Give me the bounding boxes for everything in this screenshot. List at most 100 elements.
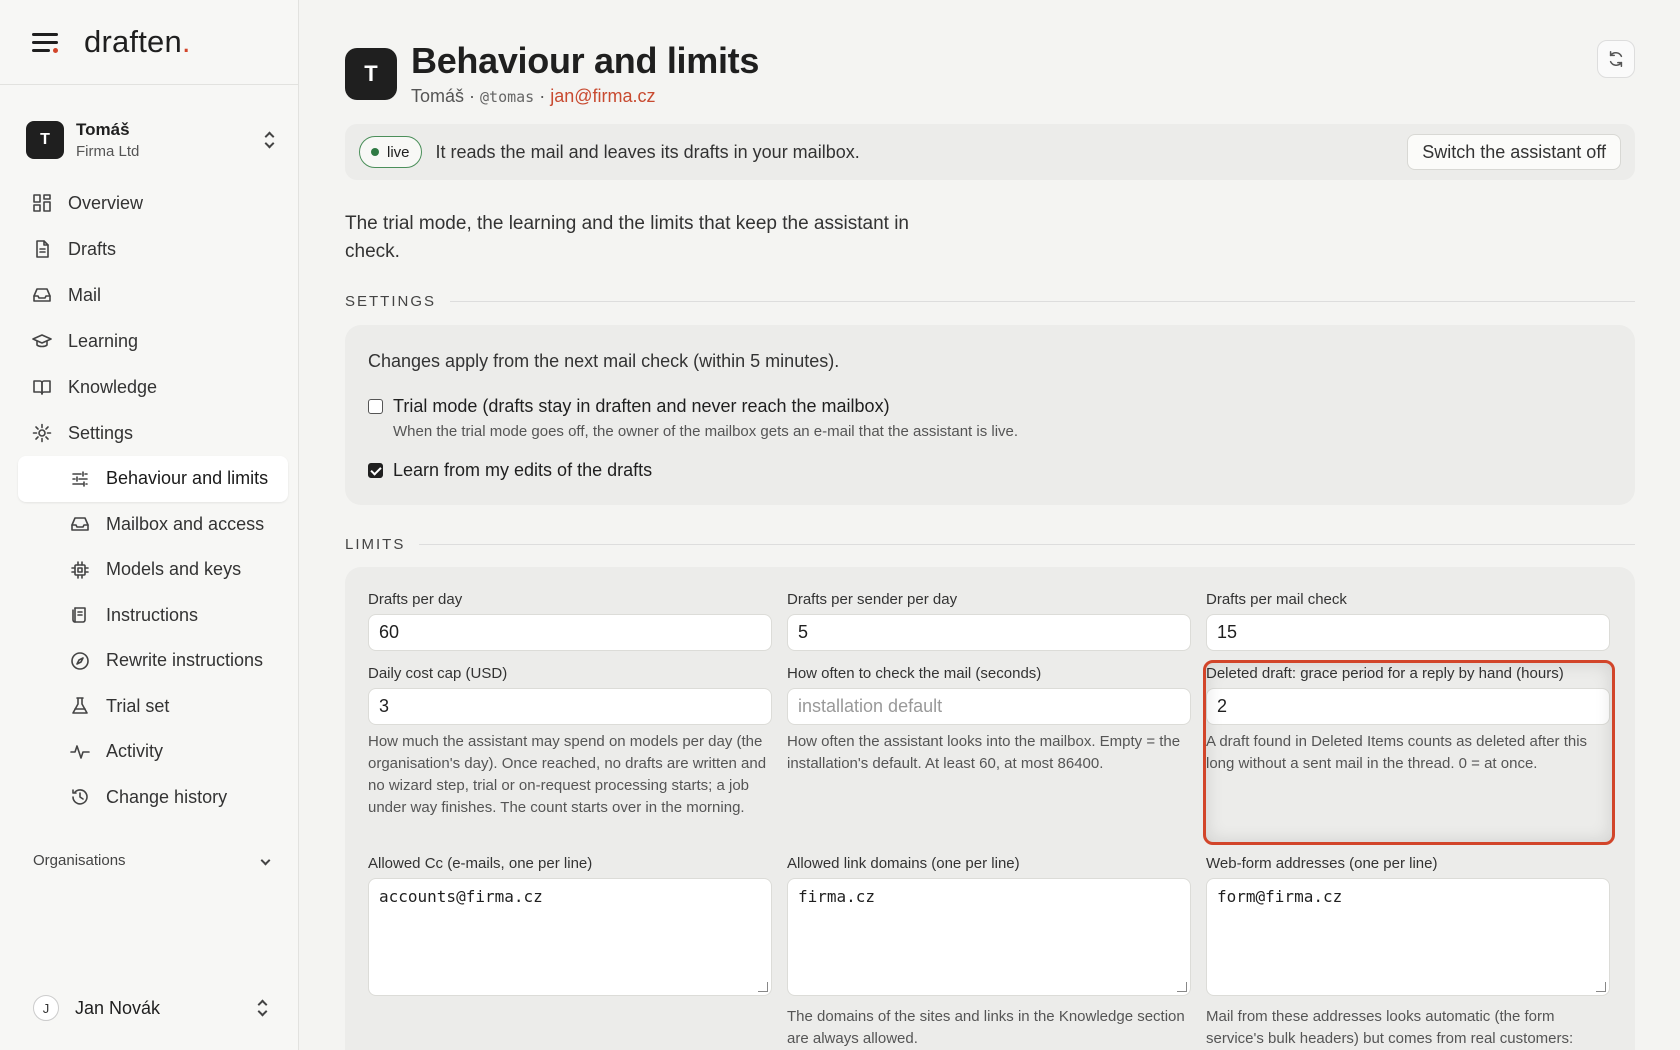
drafts-per-check-input[interactable]: 15	[1206, 614, 1610, 651]
sidebar-item-label: Change history	[106, 786, 228, 807]
sidebar-item-knowledge[interactable]: Knowledge	[18, 364, 288, 410]
user-menu[interactable]: J Jan Novák	[33, 993, 269, 1023]
link-domains-help: The domains of the sites and links in th…	[787, 1008, 1185, 1047]
sidebar-item-trial[interactable]: Trial set	[18, 684, 288, 730]
page-intro: The trial mode, the learning and the lim…	[345, 213, 909, 262]
brand-logo[interactable]: draften.	[84, 24, 191, 60]
sidebar-item-label: Knowledge	[68, 376, 158, 397]
webform-field: Web-form addresses (one per line) form@f…	[1206, 855, 1610, 1050]
sidebar-item-activity[interactable]: Activity	[18, 729, 288, 775]
link-domains-field: Allowed link domains (one per line) firm…	[787, 855, 1191, 1050]
sidebar-item-label: Learning	[68, 330, 139, 351]
sidebar-item-label: Behaviour and limits	[106, 468, 269, 489]
account-org: Firma Ltd	[76, 143, 140, 160]
owner-email-link[interactable]: jan@firma.cz	[550, 86, 655, 106]
owner-handle: @tomas	[480, 88, 535, 106]
drafts-per-sender-field: Drafts per sender per day 5	[787, 591, 1191, 651]
sidebar-item-behaviour[interactable]: Behaviour and limits	[18, 456, 288, 502]
sidebar: draften. T Tomáš Firma Ltd Overview Draf…	[0, 0, 299, 1050]
page-header: T Behaviour and limits Tomáš · @tomas · …	[345, 40, 1635, 110]
brand-bar: draften.	[0, 0, 298, 85]
status-badge: live	[359, 136, 422, 168]
account-switcher[interactable]: T Tomáš Firma Ltd	[26, 115, 276, 165]
live-dot-icon	[371, 148, 379, 156]
sidebar-item-settings[interactable]: Settings	[18, 410, 288, 456]
settings-note: Changes apply from the next mail check (…	[368, 351, 840, 371]
link-domains-textarea[interactable]: firma.cz	[787, 878, 1191, 996]
page-title: Behaviour and limits	[411, 40, 760, 81]
chip-icon	[70, 560, 90, 580]
drafts-per-sender-input[interactable]: 5	[787, 614, 1191, 651]
inbox-icon	[32, 285, 52, 305]
sidebar-item-label: Instructions	[106, 604, 199, 625]
sliders-icon	[70, 469, 90, 489]
webform-help: Mail from these addresses looks automati…	[1206, 1008, 1574, 1047]
refresh-icon	[1609, 51, 1623, 67]
sidebar-item-label: Settings	[68, 422, 134, 443]
compass-icon	[70, 651, 90, 671]
check-interval-field: How often to check the mail (seconds) in…	[787, 665, 1191, 775]
sidebar-item-learning[interactable]: Learning	[18, 318, 288, 364]
learn-label[interactable]: Learn from my edits of the drafts	[393, 460, 652, 481]
sidebar-item-label: Drafts	[68, 238, 117, 259]
drafts-per-check-field: Drafts per mail check 15	[1206, 591, 1610, 651]
check-interval-input[interactable]: installation default	[787, 688, 1191, 725]
limits-section-label: LIMITS	[345, 536, 1635, 553]
field-label: Web-form addresses (one per line)	[1206, 855, 1438, 872]
sidebar-item-label: Activity	[106, 741, 164, 762]
field-label: Drafts per mail check	[1206, 591, 1347, 608]
user-name: Jan Novák	[75, 997, 161, 1018]
flask-icon	[70, 696, 90, 716]
field-label: Allowed link domains (one per line)	[787, 855, 1020, 872]
sidebar-item-rewrite[interactable]: Rewrite instructions	[18, 638, 288, 684]
scroll-icon	[70, 605, 90, 625]
drafts-per-day-input[interactable]: 60	[368, 614, 772, 651]
trial-mode-checkbox[interactable]	[368, 399, 383, 414]
allowed-cc-textarea[interactable]: accounts@firma.cz	[368, 878, 772, 996]
page-subtitle: Tomáš · @tomas · jan@firma.cz	[411, 86, 656, 107]
book-icon	[32, 377, 52, 397]
switch-assistant-off-button[interactable]: Switch the assistant off	[1407, 134, 1621, 170]
sidebar-item-mailbox[interactable]: Mailbox and access	[18, 502, 288, 548]
graduation-cap-icon	[32, 331, 52, 351]
sidebar-item-label: Trial set	[106, 695, 170, 716]
sidebar-item-history[interactable]: Change history	[18, 775, 288, 821]
account-avatar: T	[26, 121, 64, 159]
organisations-label: Organisations	[33, 852, 126, 869]
webform-textarea[interactable]: form@firma.cz	[1206, 878, 1610, 996]
separator: ·	[464, 86, 481, 106]
refresh-button[interactable]	[1597, 40, 1635, 78]
menu-icon[interactable]	[32, 30, 60, 54]
learn-row: Learn from my edits of the drafts	[368, 460, 652, 481]
assistant-status-bar: live It reads the mail and leaves its dr…	[345, 124, 1635, 180]
settings-section-label: SETTINGS	[345, 293, 1635, 310]
sidebar-item-mail[interactable]: Mail	[18, 272, 288, 318]
field-label: Daily cost cap (USD)	[368, 665, 508, 682]
sidebar-item-label: Mailbox and access	[106, 513, 265, 534]
sidebar-nav: Overview Drafts Mail Learning Knowledge …	[18, 180, 288, 820]
sidebar-item-instructions[interactable]: Instructions	[18, 593, 288, 639]
sidebar-item-label: Overview	[68, 192, 144, 213]
learn-checkbox[interactable]	[368, 463, 383, 478]
resize-handle-icon[interactable]	[758, 982, 768, 992]
sidebar-item-label: Models and keys	[106, 559, 242, 580]
resize-handle-icon[interactable]	[1177, 982, 1187, 992]
daily-cost-input[interactable]: 3	[368, 688, 772, 725]
activity-icon	[70, 742, 90, 762]
trial-mode-label[interactable]: Trial mode (drafts stay in draften and n…	[393, 396, 1018, 417]
sidebar-item-models[interactable]: Models and keys	[18, 547, 288, 593]
sidebar-item-label: Rewrite instructions	[106, 650, 264, 671]
sidebar-item-drafts[interactable]: Drafts	[18, 226, 288, 272]
trial-mode-row: Trial mode (drafts stay in draften and n…	[368, 396, 1018, 440]
owner-name: Tomáš	[411, 86, 465, 106]
status-text: It reads the mail and leaves its drafts …	[435, 141, 860, 162]
resize-handle-icon[interactable]	[1596, 982, 1606, 992]
page-avatar: T	[345, 48, 397, 100]
field-label: Drafts per day	[368, 591, 463, 608]
organisations-toggle[interactable]: Organisations	[33, 852, 271, 869]
inbox-icon	[70, 514, 90, 534]
chevron-down-icon	[260, 855, 271, 866]
sidebar-item-overview[interactable]: Overview	[18, 180, 288, 226]
user-avatar: J	[33, 995, 59, 1021]
field-label: How often to check the mail (seconds)	[787, 665, 1042, 682]
